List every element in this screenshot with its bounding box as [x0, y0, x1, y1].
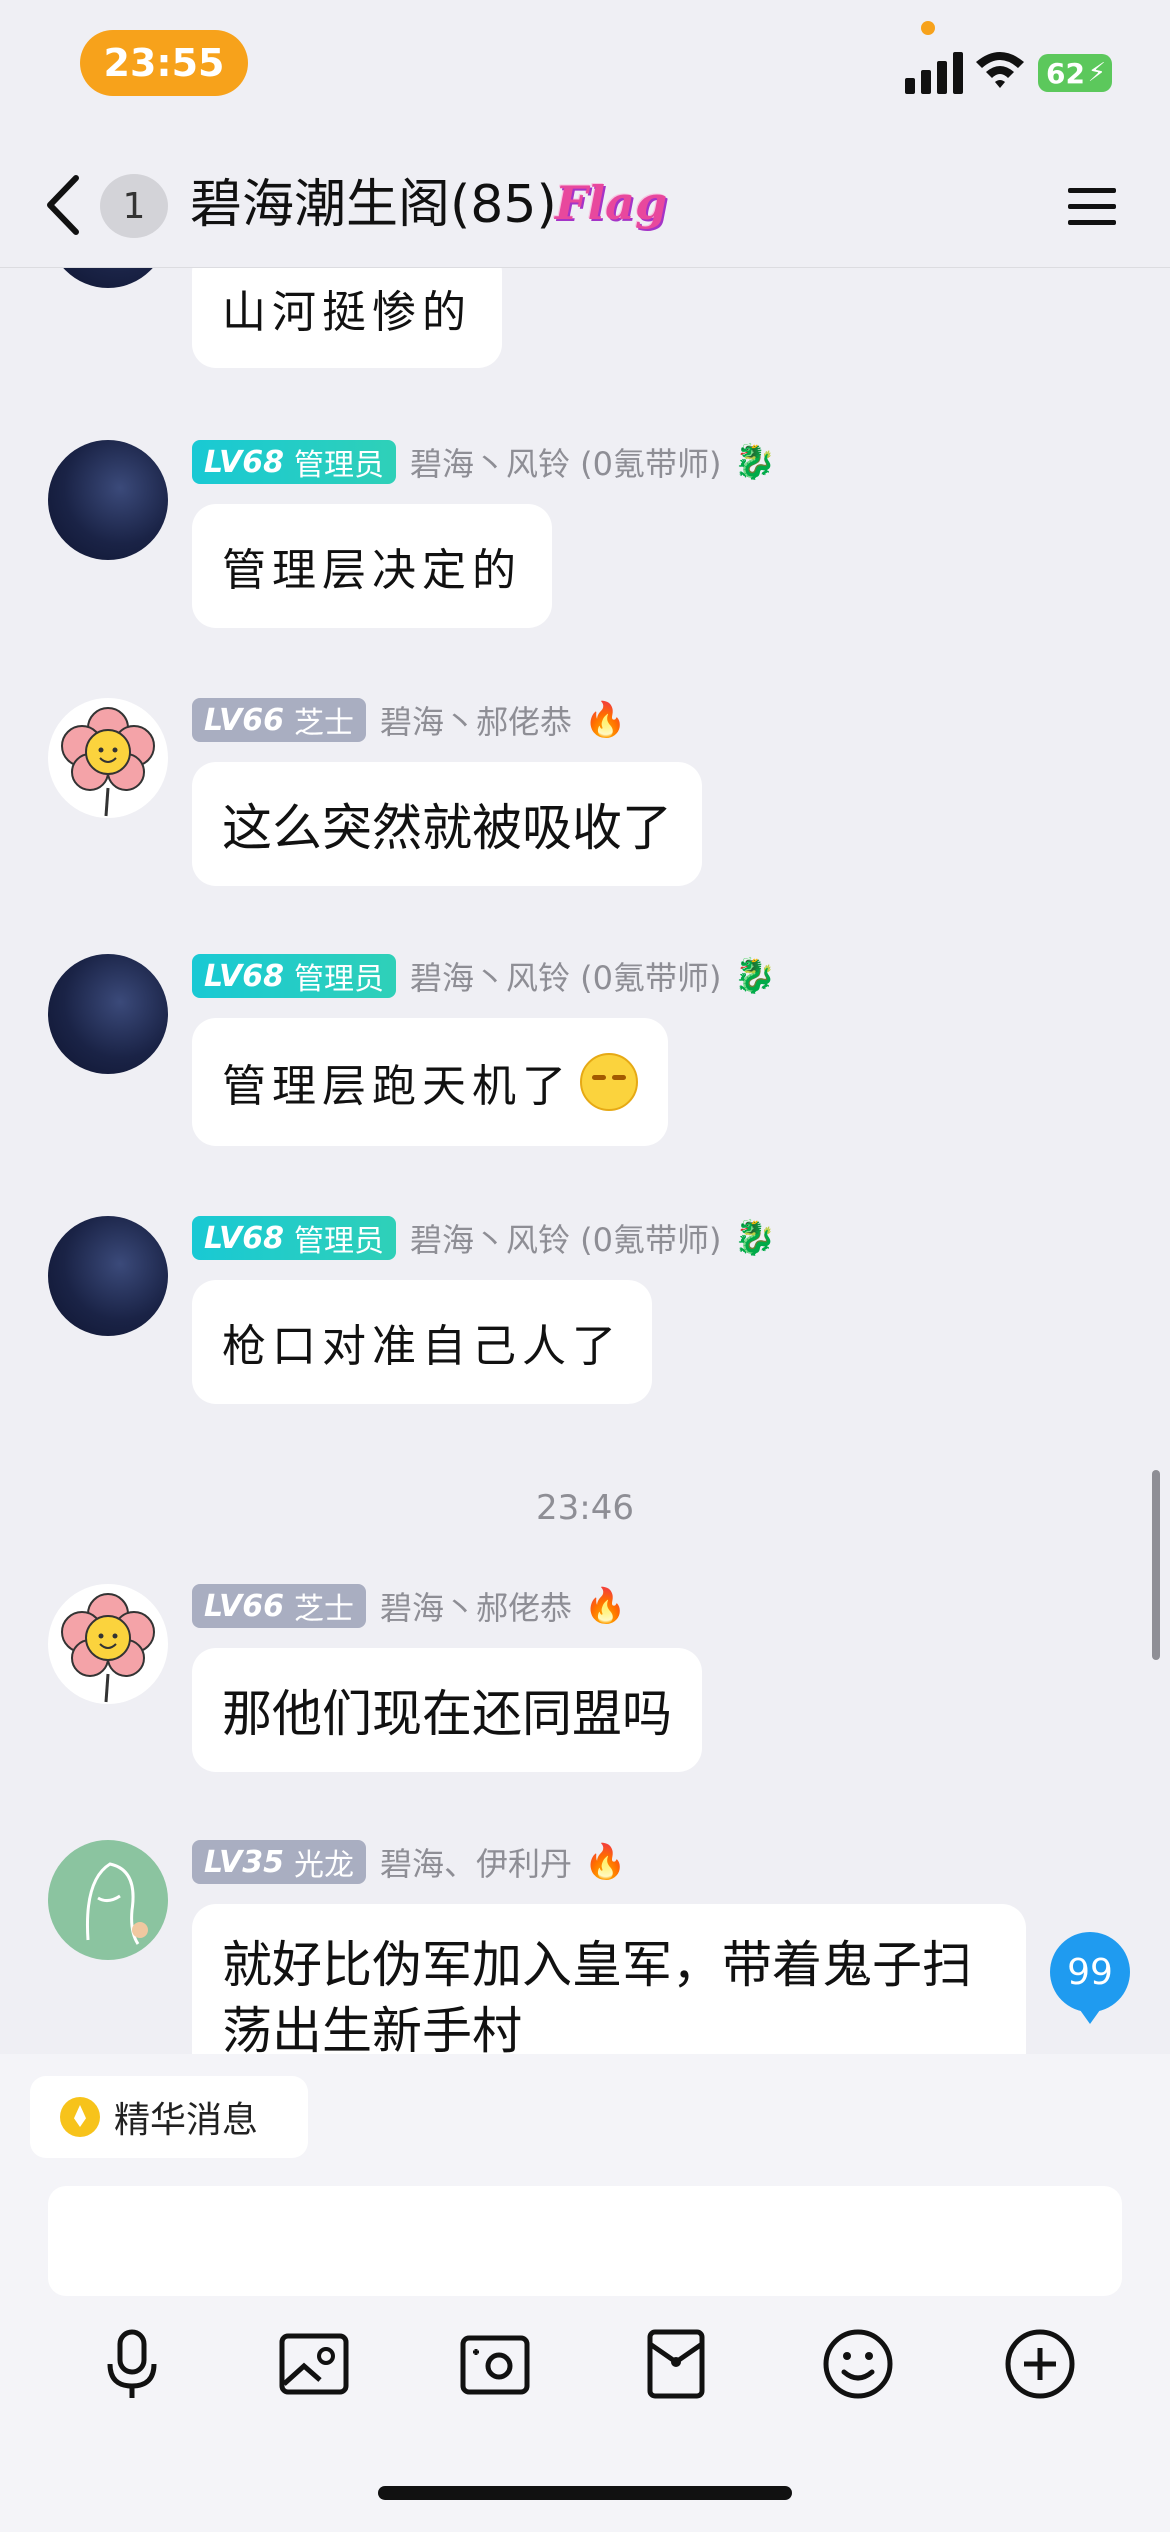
message-bubble[interactable]: 枪口对准自己人了 — [192, 1280, 652, 1404]
level-text: LV35 — [204, 1844, 284, 1880]
sender-nickname[interactable]: 碧海丶风铃 (0氪带师) — [410, 1215, 722, 1261]
flower-avatar-icon — [61, 1593, 155, 1703]
essence-label: 精华消息 — [114, 2100, 259, 2141]
dragon-medal-icon: 🐉 — [733, 1218, 776, 1258]
scrollbar[interactable] — [1152, 1470, 1160, 1660]
level-badge: LV66 芝士 — [192, 698, 366, 742]
message-bubble[interactable]: 管理层跑天机了 — [192, 1018, 668, 1146]
avatar[interactable] — [48, 268, 168, 288]
input-toolbar — [0, 2324, 1170, 2444]
plus-icon[interactable] — [1000, 2324, 1080, 2404]
sender-meta: LV68 管理员 碧海丶风铃 (0氪带师) 🐉 — [192, 954, 776, 998]
level-text: LV68 — [204, 444, 284, 480]
sender-nickname[interactable]: 碧海丶郝佬恭 — [380, 1583, 572, 1629]
ghost-avatar-icon — [86, 1862, 148, 1945]
role-text: 管理员 — [293, 962, 384, 997]
avatar[interactable] — [48, 698, 168, 818]
chat-header: 1 碧海潮生阁(85) Flag — [0, 140, 1170, 268]
battery-indicator: 62 ⚡ — [1038, 54, 1112, 92]
avatar[interactable] — [48, 440, 168, 560]
role-text: 管理员 — [293, 448, 384, 483]
level-badge: LV68 管理员 — [192, 1216, 396, 1260]
level-text: LV66 — [204, 1588, 284, 1624]
unread-count-badge[interactable]: 1 — [100, 174, 168, 238]
avatar[interactable] — [48, 1840, 168, 1960]
message-text: 管理层跑天机了 — [222, 1061, 572, 1112]
status-time[interactable]: 23:55 — [80, 30, 248, 96]
sender-meta: LV66 芝士 碧海丶郝佬恭 🔥 — [192, 698, 626, 742]
microphone-icon[interactable] — [92, 2324, 172, 2404]
role-text: 芝士 — [293, 1592, 354, 1627]
battery-level: 62 — [1046, 56, 1085, 90]
role-text: 芝士 — [293, 706, 354, 741]
level-badge: LV35 光龙 — [192, 1840, 366, 1884]
camera-icon[interactable] — [455, 2324, 535, 2404]
home-indicator[interactable] — [378, 2486, 792, 2500]
dragon-medal-icon: 🐉 — [733, 956, 776, 996]
level-badge: LV68 管理员 — [192, 440, 396, 484]
red-packet-icon[interactable] — [636, 2324, 716, 2404]
cellular-signal-icon — [905, 52, 963, 94]
message-bubble[interactable]: 山河挺惨的 — [192, 268, 502, 368]
message-bubble[interactable]: 这么突然就被吸收了 — [192, 762, 702, 886]
wifi-icon — [976, 52, 1024, 88]
unread-messages-badge[interactable]: 99 — [1050, 1932, 1130, 2024]
message-input[interactable] — [48, 2186, 1122, 2296]
flag-badge: Flag — [555, 176, 668, 230]
smirk-emoji-icon — [580, 1053, 638, 1111]
role-text: 光龙 — [293, 1848, 354, 1883]
flower-avatar-icon — [61, 707, 155, 817]
chat-timestamp: 23:46 — [536, 1488, 634, 1528]
sender-meta: LV68 管理员 碧海丶风铃 (0氪带师) 🐉 — [192, 440, 776, 484]
message-bubble[interactable]: 那他们现在还同盟吗 — [192, 1648, 702, 1772]
chat-message-list[interactable]: 山河挺惨的 LV68 管理员 碧海丶风铃 (0氪带师) 🐉 管理层决定的 LV6… — [0, 268, 1170, 2054]
fire-medal-icon: 🔥 — [583, 700, 627, 740]
back-chevron-icon[interactable] — [40, 170, 90, 240]
level-text: LV68 — [204, 1220, 284, 1256]
sender-meta: LV66 芝士 碧海丶郝佬恭 🔥 — [192, 1584, 626, 1628]
sender-nickname[interactable]: 碧海丶风铃 (0氪带师) — [410, 439, 722, 485]
level-badge: LV66 芝士 — [192, 1584, 366, 1628]
bottom-input-panel: 精华消息 — [0, 2054, 1170, 2532]
essence-messages-button[interactable]: 精华消息 — [30, 2076, 308, 2158]
sender-nickname[interactable]: 碧海丶风铃 (0氪带师) — [410, 953, 722, 999]
sender-nickname[interactable]: 碧海丶郝佬恭 — [380, 697, 572, 743]
message-text-line: 荡出生新手村 — [222, 2002, 522, 2054]
fire-medal-icon: 🔥 — [583, 1842, 627, 1882]
image-icon[interactable] — [274, 2324, 354, 2404]
message-bubble[interactable]: 就好比伪军加入皇军，带着鬼子扫 荡出生新手村 — [192, 1904, 1026, 2054]
avatar[interactable] — [48, 1216, 168, 1336]
message-bubble[interactable]: 管理层决定的 — [192, 504, 552, 628]
emoji-icon[interactable] — [818, 2324, 898, 2404]
sender-meta: LV68 管理员 碧海丶风铃 (0氪带师) 🐉 — [192, 1216, 776, 1260]
level-text: LV66 — [204, 702, 284, 738]
level-badge: LV68 管理员 — [192, 954, 396, 998]
group-title[interactable]: 碧海潮生阁(85) — [190, 170, 557, 240]
sender-meta: LV35 光龙 碧海、伊利丹 🔥 — [192, 1840, 626, 1884]
charging-bolt-icon: ⚡ — [1087, 58, 1106, 88]
role-text: 管理员 — [293, 1224, 384, 1259]
dragon-medal-icon: 🐉 — [733, 442, 776, 482]
sender-nickname[interactable]: 碧海、伊利丹 — [380, 1839, 572, 1885]
essence-gem-icon — [60, 2097, 100, 2137]
fire-medal-icon: 🔥 — [583, 1586, 627, 1626]
privacy-indicator-icon — [921, 21, 935, 35]
menu-icon[interactable] — [1066, 184, 1118, 230]
status-bar: 23:55 62 ⚡ — [0, 0, 1170, 140]
message-text-line: 就好比伪军加入皇军，带着鬼子扫 — [222, 1936, 972, 1994]
avatar[interactable] — [48, 954, 168, 1074]
level-text: LV68 — [204, 958, 284, 994]
avatar[interactable] — [48, 1584, 168, 1704]
